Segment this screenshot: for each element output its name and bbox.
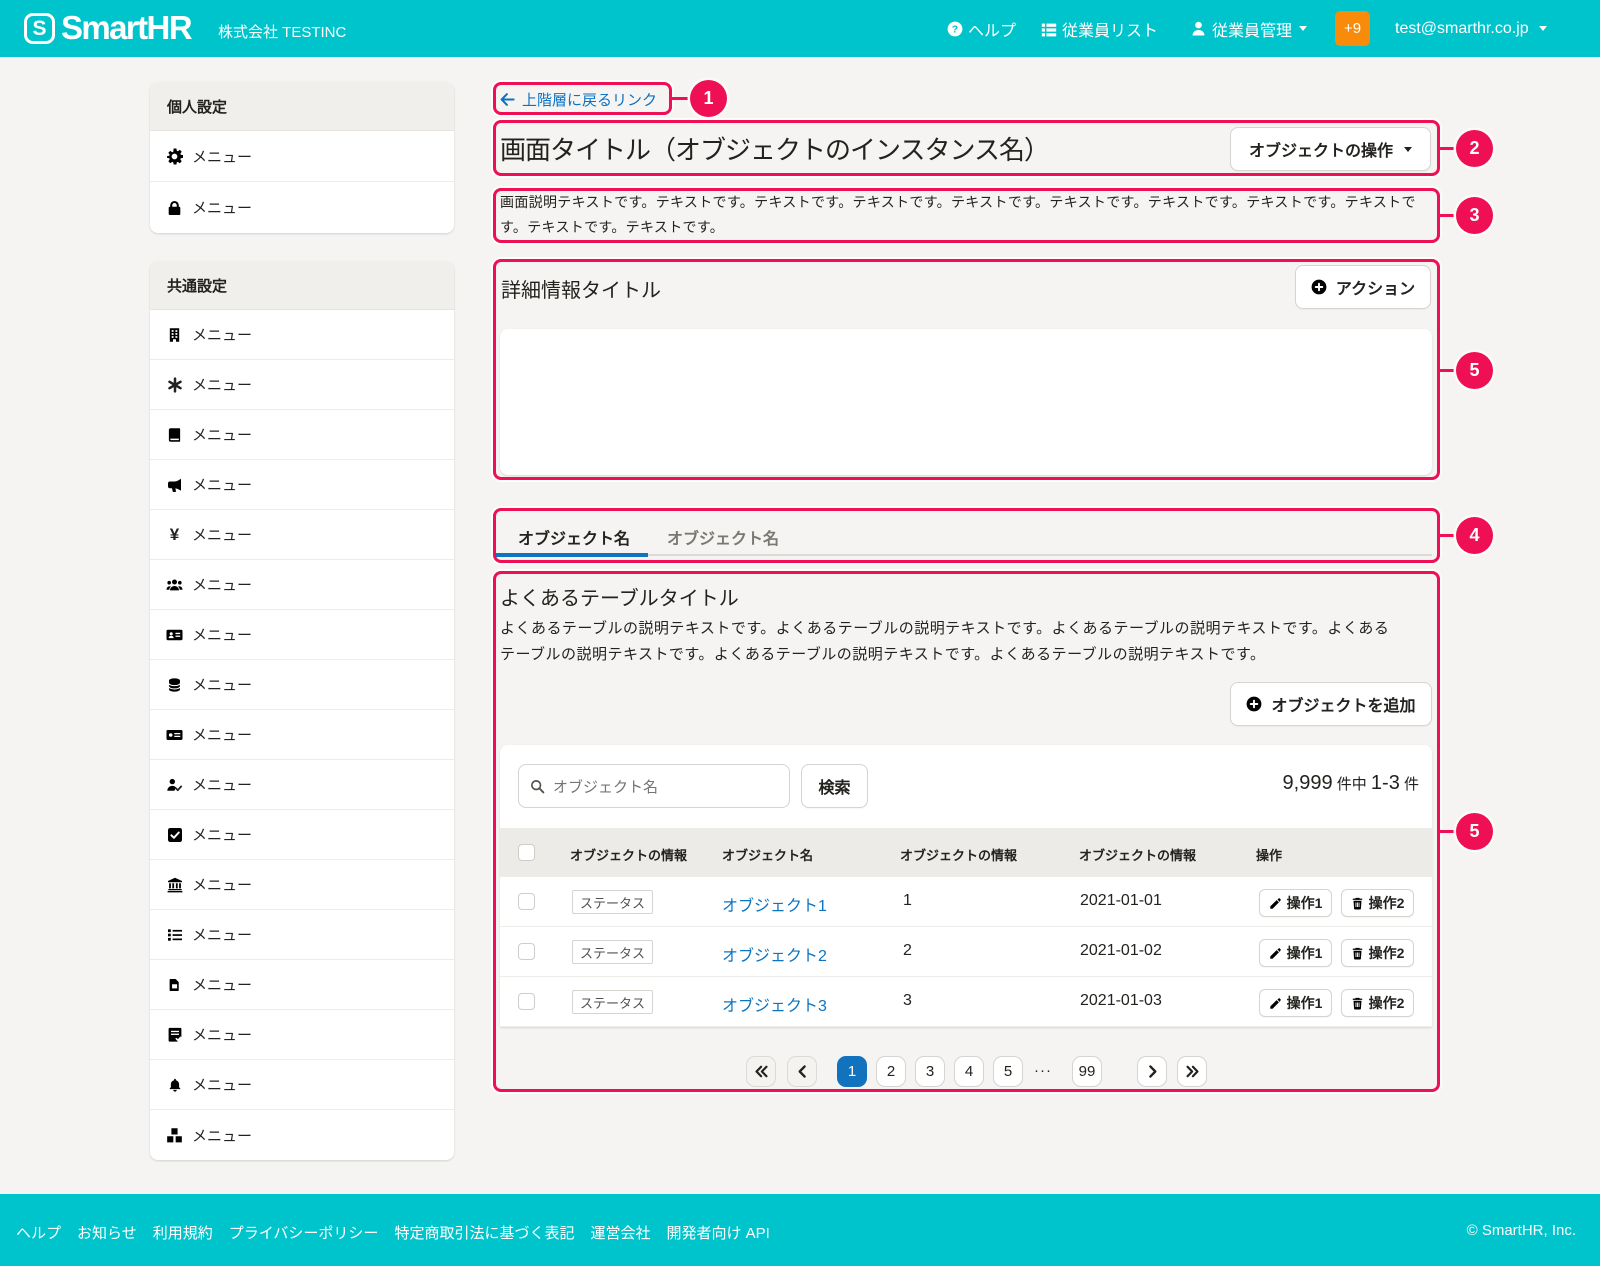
svg-text:?: ? [952, 23, 958, 35]
